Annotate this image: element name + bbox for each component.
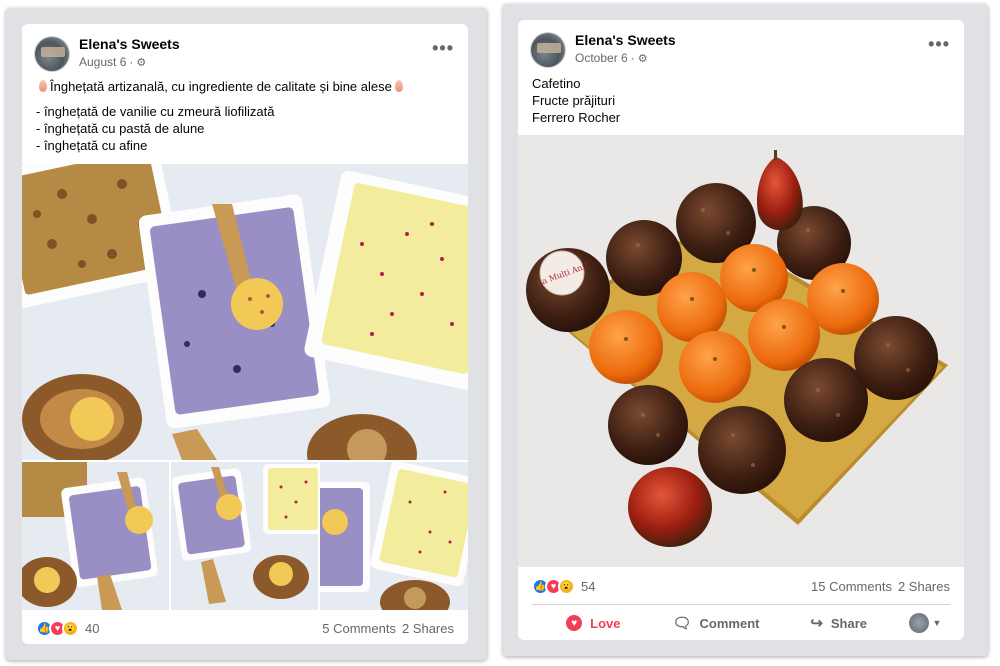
post-text-line: Ferrero Rocher [532,110,621,125]
page-name-link[interactable]: Elena's Sweets [575,32,676,48]
comment-label: Comment [699,615,760,631]
reaction-summary[interactable]: 👍 ♥ 😮 40 [36,619,100,637]
post-card-cakes: Elena's Sweets October 6 · ⚙ ••• Cafetin… [518,20,964,640]
page-avatar[interactable] [34,36,70,72]
reaction-count: 40 [85,620,100,636]
post-actions: ♥ Love 🗨 Comment ↪ Share ▼ [532,606,950,640]
reaction-count: 54 [581,578,596,594]
more-options-icon[interactable]: ••• [928,34,950,55]
page-name-link[interactable]: Elena's Sweets [79,36,180,52]
post-photo-main[interactable]: La Mulți Ani! [518,135,964,567]
comments-count-link[interactable]: 5 Comments [322,621,396,636]
share-icon: ↪ [810,615,823,632]
share-button[interactable]: ↪ Share [777,614,900,632]
shares-count-link[interactable]: 2 Shares [898,579,950,594]
post-stats: 👍 ♥ 😮 54 15 Comments 2 Shares [518,574,964,598]
more-options-icon[interactable]: ••• [432,38,454,59]
post-header: Elena's Sweets August 6 · ⚙ ••• [22,24,468,80]
love-button[interactable]: ♥ Love [532,615,655,631]
post-text-line: - înghețată cu afine [36,138,148,153]
share-label: Share [830,615,868,631]
post-text-line: Cafetino [532,76,581,91]
shares-count-link[interactable]: 2 Shares [402,621,454,636]
reaction-summary[interactable]: 👍 ♥ 😮 54 [532,577,596,595]
post-text-line: Fructe prăjituri [532,93,616,108]
meta-separator: · [630,51,635,65]
ice-cream-emoji-icon [39,80,47,92]
wow-reaction-icon: 😮 [558,577,575,595]
gear-icon: ⚙ [637,52,648,65]
post-text-line: Înghețată artizanală, cu ingrediente de … [36,78,454,95]
post-photo-main[interactable] [22,164,468,460]
comment-icon: 🗨 [672,615,692,632]
gear-icon: ⚙ [136,56,147,69]
divider [532,604,950,605]
ice-cream-emoji-icon [394,80,403,92]
post-meta: October 6 · ⚙ [575,51,648,65]
comments-count-link[interactable]: 15 Comments [811,579,892,594]
post-as-selector[interactable]: ▼ [900,613,950,633]
post-photo-thumb[interactable] [171,462,318,610]
comment-button[interactable]: 🗨 Comment [655,614,778,632]
post-card-ice-cream: Elena's Sweets August 6 · ⚙ ••• Înghețat… [22,24,468,644]
chevron-down-icon: ▼ [932,618,942,628]
love-label: Love [590,615,621,631]
post-photo-thumb[interactable] [320,462,468,610]
post-text-line: - înghețată cu pastă de alune [36,121,205,136]
avatar [908,613,929,633]
wow-reaction-icon: 😮 [62,619,79,637]
post-photo-thumb[interactable] [22,462,169,610]
post-meta: August 6 · ⚙ [79,55,146,69]
post-header: Elena's Sweets October 6 · ⚙ ••• [518,20,964,76]
page-avatar[interactable] [530,32,566,68]
post-text: Cafetino Fructe prăjituri Ferrero Rocher [518,75,964,126]
heart-icon: ♥ [566,615,583,631]
post-text: Înghețată artizanală, cu ingrediente de … [22,78,468,154]
post-date-link[interactable]: October 6 [575,51,628,65]
post-date-link[interactable]: August 6 [79,55,126,69]
meta-separator: · [129,55,134,69]
post-text-line: - înghețată de vanilie cu zmeură liofili… [36,104,275,119]
post-stats: 👍 ♥ 😮 40 5 Comments 2 Shares [22,616,468,640]
